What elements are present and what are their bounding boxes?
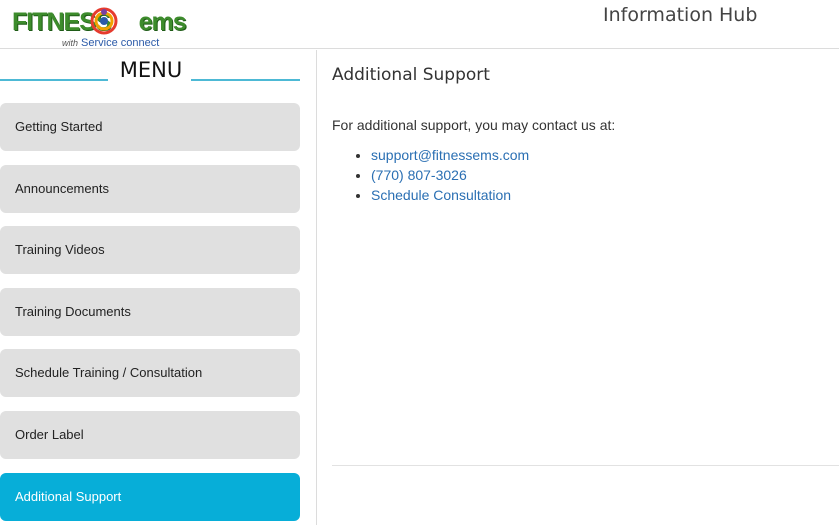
list-item: (770) 807-3026 bbox=[371, 165, 529, 185]
menu-divider-right bbox=[191, 79, 300, 81]
logo-tagline: with Service connect bbox=[62, 37, 159, 49]
section-title: Additional Support bbox=[332, 65, 490, 85]
main-content: Additional Support For additional suppor… bbox=[332, 50, 839, 525]
page-title: Information Hub bbox=[603, 4, 758, 26]
list-item: Schedule Consultation bbox=[371, 185, 529, 205]
schedule-consultation-link[interactable]: Schedule Consultation bbox=[371, 187, 511, 203]
sidebar-item-additional-support[interactable]: Additional Support bbox=[0, 473, 300, 521]
content-divider bbox=[332, 465, 839, 466]
menu-heading-label: MENU bbox=[119, 58, 183, 82]
sidebar-item-schedule-training[interactable]: Schedule Training / Consultation bbox=[0, 349, 300, 397]
header: FITNESS ems with Service connect Informati… bbox=[0, 0, 839, 49]
sidebar-item-getting-started[interactable]: Getting Started bbox=[0, 103, 300, 151]
support-intro-text: For additional support, you may contact … bbox=[332, 117, 616, 133]
menu-divider-left bbox=[0, 79, 108, 81]
contact-list: support@fitnessems.com (770) 807-3026 Sc… bbox=[359, 145, 529, 205]
list-item: support@fitnessems.com bbox=[371, 145, 529, 165]
sidebar-item-announcements[interactable]: Announcements bbox=[0, 165, 300, 213]
sidebar-item-training-documents[interactable]: Training Documents bbox=[0, 288, 300, 336]
logo-word-ems: ems bbox=[138, 8, 187, 36]
support-email-link[interactable]: support@fitnessems.com bbox=[371, 147, 529, 163]
logo-emblem-icon bbox=[90, 7, 118, 35]
logo-tagline-text: Service connect bbox=[81, 37, 160, 49]
sidebar-menu: MENU Getting Started Announcements Train… bbox=[0, 50, 317, 525]
logo-tagline-with: with bbox=[62, 38, 79, 48]
menu-heading: MENU bbox=[0, 58, 300, 86]
fitness-ems-logo[interactable]: FITNESS ems with Service connect bbox=[12, 4, 187, 49]
support-phone-link[interactable]: (770) 807-3026 bbox=[371, 167, 467, 183]
sidebar-item-training-videos[interactable]: Training Videos bbox=[0, 226, 300, 274]
sidebar-item-order-label[interactable]: Order Label bbox=[0, 411, 300, 459]
